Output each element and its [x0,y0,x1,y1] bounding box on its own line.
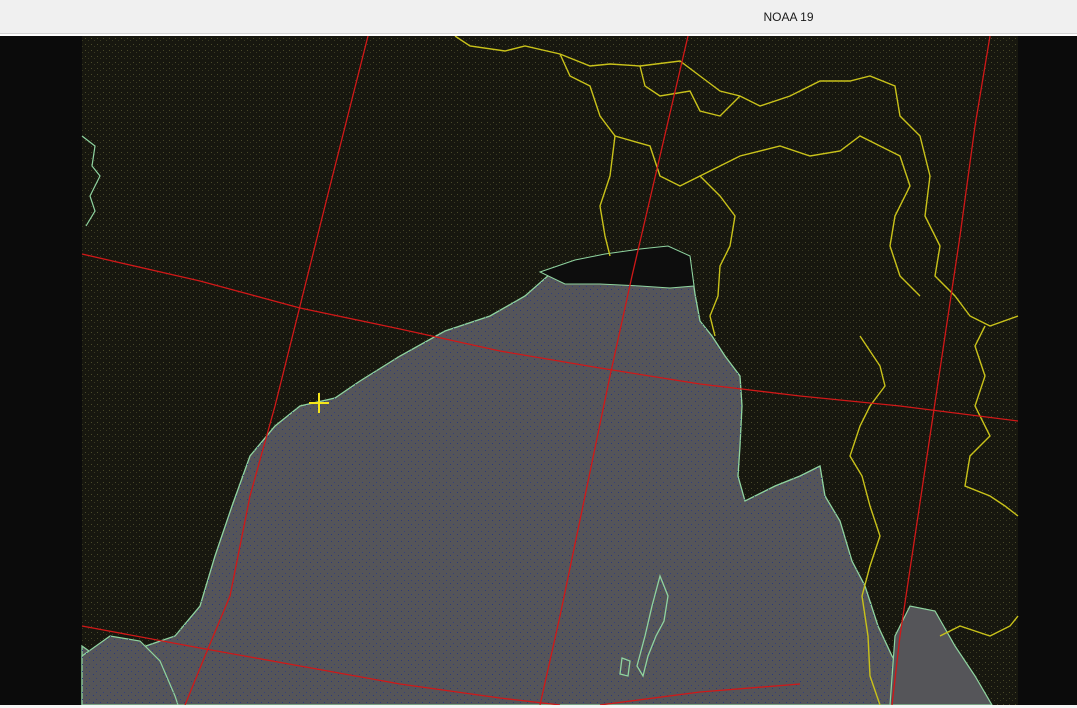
image-left-margin [0,36,82,705]
window-title: NOAA 19 [763,10,814,24]
satellite-map[interactable] [0,36,1077,705]
image-right-margin [1018,36,1077,705]
title-bar: NOAA 19 [0,0,1077,34]
satellite-image-viewer[interactable] [0,36,1077,705]
